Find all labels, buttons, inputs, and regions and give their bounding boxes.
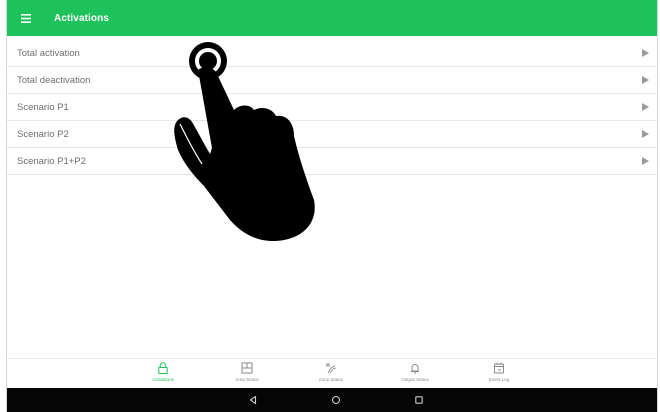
list-item-total-activation[interactable]: Total activation	[7, 40, 657, 67]
page-title: Activations	[54, 12, 110, 24]
list-item-label: Scenario P1	[17, 101, 69, 113]
list-item-total-deactivation[interactable]: Total deactivation	[7, 67, 657, 94]
nav-label: Activations	[152, 377, 174, 382]
area-grid-icon	[241, 362, 253, 374]
list-item-scenario-p1[interactable]: Scenario P1	[7, 94, 657, 121]
chevron-right-icon	[642, 157, 649, 165]
nav-item-area-status[interactable]: Area Status	[217, 361, 277, 388]
hamburger-menu-icon	[21, 13, 31, 23]
nav-item-zone-status[interactable]: Zone Status	[301, 361, 361, 388]
app-bar: Activations	[7, 0, 657, 36]
bottom-navigation: Activations Area Status Zone Status Outp…	[7, 358, 657, 388]
activations-list: Total activation Total deactivation Scen…	[7, 40, 657, 175]
list-item-label: Total activation	[17, 47, 80, 59]
chevron-right-icon	[642, 49, 649, 57]
bell-icon	[411, 364, 419, 374]
nav-item-activations[interactable]: Activations	[133, 361, 193, 388]
zone-status-icon	[326, 363, 337, 374]
system-recents-button[interactable]	[411, 392, 427, 408]
list-item-label: Total deactivation	[17, 74, 91, 86]
chevron-right-icon	[642, 130, 649, 138]
home-icon	[331, 395, 341, 405]
nav-label: Output Status	[401, 377, 429, 382]
system-home-button[interactable]	[328, 392, 344, 408]
chevron-right-icon	[642, 103, 649, 111]
calendar-icon	[494, 362, 504, 374]
list-item-scenario-p2[interactable]: Scenario P2	[7, 121, 657, 148]
list-item-label: Scenario P2	[17, 128, 69, 140]
nav-item-event-log[interactable]: Event Log	[469, 361, 529, 388]
chevron-right-icon	[642, 76, 649, 84]
menu-button[interactable]	[16, 0, 36, 36]
list-item-label: Scenario P1+P2	[17, 155, 86, 167]
recents-icon	[415, 396, 423, 404]
nav-item-output-status[interactable]: Output Status	[385, 361, 445, 388]
nav-label: Event Log	[488, 377, 510, 382]
system-back-button[interactable]	[245, 392, 261, 408]
nav-label: Area Status	[235, 377, 259, 382]
system-navigation-bar	[7, 388, 657, 412]
nav-label: Zone Status	[318, 377, 344, 382]
back-icon	[249, 395, 257, 405]
list-item-scenario-p1-p2[interactable]: Scenario P1+P2	[7, 148, 657, 175]
app-frame: Activations Total activation Total deact…	[6, 0, 658, 412]
padlock-icon	[158, 362, 168, 374]
